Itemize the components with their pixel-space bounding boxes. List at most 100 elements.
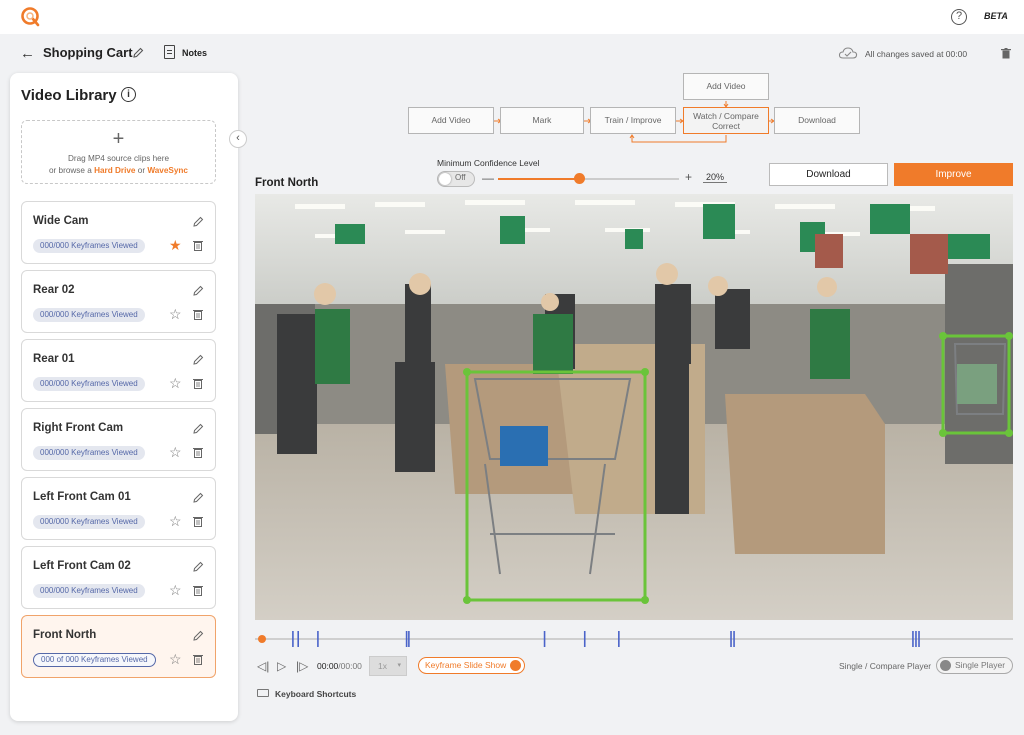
toggle-state-label: Off [455, 173, 466, 182]
step-train-improve[interactable]: Train / Improve [590, 107, 676, 134]
video-card-name: Front North [33, 629, 97, 641]
rename-pencil-icon[interactable] [192, 423, 204, 435]
upload-dropzone[interactable]: + Drag MP4 source clips here or browse a… [21, 120, 216, 184]
q-logo-icon[interactable] [20, 6, 42, 28]
improve-button[interactable]: Improve [894, 163, 1013, 186]
beta-badge: BETA [984, 11, 1008, 21]
top-bar: ? BETA [0, 0, 1024, 34]
confidence-toggle[interactable]: Off [437, 171, 475, 187]
playback-speed-select[interactable]: 1x ▾ [369, 656, 407, 676]
time-current: 00:00 [317, 661, 339, 671]
video-player[interactable] [255, 194, 1013, 620]
step-mark[interactable]: Mark [500, 107, 584, 134]
video-card-name: Left Front Cam 01 [33, 491, 131, 503]
next-frame-icon[interactable]: |▷ [296, 659, 308, 673]
collapse-sidebar-chevron-icon[interactable]: ‹ [229, 130, 247, 148]
delete-trash-icon[interactable] [193, 585, 203, 596]
chevron-down-icon: ▾ [397, 662, 401, 669]
rename-pencil-icon[interactable] [192, 285, 204, 297]
timeline-playhead[interactable] [258, 635, 266, 643]
save-status-text: All changes saved at 00:00 [865, 49, 968, 59]
confidence-value[interactable]: 20% [703, 172, 727, 183]
rename-pencil-icon[interactable] [192, 354, 204, 366]
notes-button-label[interactable]: Notes [182, 48, 207, 58]
favorite-star-icon[interactable]: ☆ [169, 307, 182, 321]
edit-title-pencil-icon[interactable] [132, 47, 144, 59]
step-add-video[interactable]: Add Video [408, 107, 494, 134]
dropzone-browse-prefix: or browse a [49, 166, 92, 175]
video-card-wide-cam[interactable]: Wide Cam 000/000 Keyframes Viewed ★ [21, 201, 216, 264]
favorite-star-filled-icon[interactable]: ★ [169, 238, 182, 252]
step-download[interactable]: Download [774, 107, 860, 134]
single-player-label: Single Player [955, 660, 1006, 670]
video-card-left-front-cam-02[interactable]: Left Front Cam 02 000/000 Keyframes View… [21, 546, 216, 609]
single-player-toggle[interactable]: Single Player [936, 657, 1013, 674]
favorite-star-icon[interactable]: ☆ [169, 652, 182, 666]
step-add-video-top[interactable]: Add Video [683, 73, 769, 100]
delete-trash-icon[interactable] [193, 378, 203, 389]
keyboard-shortcuts-link[interactable]: Keyboard Shortcuts [275, 689, 356, 699]
dropzone-browse-line: or browse a Hard Drive or WaveSync [22, 166, 215, 175]
rename-pencil-icon[interactable] [192, 492, 204, 504]
delete-trash-icon[interactable] [193, 309, 203, 320]
favorite-star-icon[interactable]: ☆ [169, 376, 182, 390]
play-icon[interactable]: ▷ [277, 659, 286, 673]
wavesync-link[interactable]: WaveSync [147, 166, 188, 175]
keyboard-icon[interactable] [257, 689, 269, 697]
keyframes-viewed-badge: 000/000 Keyframes Viewed [33, 515, 145, 529]
step-watch-line1: Watch / Compare [693, 111, 759, 121]
video-card-left-front-cam-01[interactable]: Left Front Cam 01 000/000 Keyframes View… [21, 477, 216, 540]
step-watch-line2: Correct [712, 121, 740, 131]
video-card-front-north[interactable]: Front North 000 of 000 Keyframes Viewed … [21, 615, 216, 678]
video-card-rear-01[interactable]: Rear 01 000/000 Keyframes Viewed ☆ [21, 339, 216, 402]
video-card-name: Wide Cam [33, 215, 89, 227]
confidence-decrease-button[interactable]: — [482, 171, 494, 185]
page-header: ← Shopping Cart Notes All changes saved … [0, 34, 1024, 72]
delete-trash-icon[interactable] [193, 240, 203, 251]
keyframes-viewed-badge: 000/000 Keyframes Viewed [33, 446, 145, 460]
delete-trash-icon[interactable] [193, 447, 203, 458]
delete-trash-icon[interactable] [193, 654, 203, 665]
video-card-right-front-cam[interactable]: Right Front Cam 000/000 Keyframes Viewed… [21, 408, 216, 471]
toggle-knob [510, 660, 521, 671]
video-card-rear-02[interactable]: Rear 02 000/000 Keyframes Viewed ☆ [21, 270, 216, 333]
favorite-star-icon[interactable]: ☆ [169, 514, 182, 528]
keyframes-viewed-badge: 000 of 000 Keyframes Viewed [33, 653, 156, 667]
rename-pencil-icon[interactable] [192, 216, 204, 228]
delete-project-trash-icon[interactable] [1001, 48, 1011, 59]
hard-drive-link[interactable]: Hard Drive [94, 166, 135, 175]
dropzone-instructions: Drag MP4 source clips here [67, 154, 170, 163]
notes-icon[interactable] [164, 45, 175, 59]
toggle-knob [439, 173, 451, 185]
time-total: /00:00 [338, 661, 362, 671]
time-display: 00:00/00:00 [317, 661, 362, 671]
favorite-star-icon[interactable]: ☆ [169, 583, 182, 597]
step-watch-compare-correct[interactable]: Watch / Compare Correct [683, 107, 769, 134]
video-title: Front North [255, 177, 319, 189]
dropzone-or-text: or [137, 166, 146, 175]
keyframes-viewed-badge: 000/000 Keyframes Viewed [33, 308, 145, 322]
previous-frame-icon[interactable]: ◁| [257, 659, 269, 673]
back-arrow-icon[interactable]: ← [20, 45, 35, 62]
video-library-title: Video Library [21, 87, 117, 104]
download-button[interactable]: Download [769, 163, 888, 186]
add-plus-icon[interactable]: + [22, 129, 215, 149]
keyframes-viewed-badge: 000/000 Keyframes Viewed [33, 377, 145, 391]
confidence-level-label: Minimum Confidence Level [437, 158, 540, 168]
compare-player-label: Single / Compare Player [839, 661, 932, 671]
delete-trash-icon[interactable] [193, 516, 203, 527]
page-title: Shopping Cart [43, 45, 133, 60]
help-icon[interactable]: ? [951, 9, 967, 25]
info-icon[interactable]: i [121, 87, 136, 102]
confidence-increase-button[interactable]: + [685, 170, 692, 184]
cloud-saved-icon [838, 47, 858, 59]
keyframe-timeline[interactable] [255, 626, 1013, 650]
rename-pencil-icon[interactable] [192, 630, 204, 642]
video-frame [255, 194, 1013, 620]
video-card-name: Left Front Cam 02 [33, 560, 131, 572]
speed-value: 1x [378, 661, 387, 671]
rename-pencil-icon[interactable] [192, 561, 204, 573]
keyframes-viewed-badge: 000/000 Keyframes Viewed [33, 239, 145, 253]
favorite-star-icon[interactable]: ☆ [169, 445, 182, 459]
keyframe-slide-show-toggle[interactable]: Keyframe Slide Show [418, 657, 525, 674]
